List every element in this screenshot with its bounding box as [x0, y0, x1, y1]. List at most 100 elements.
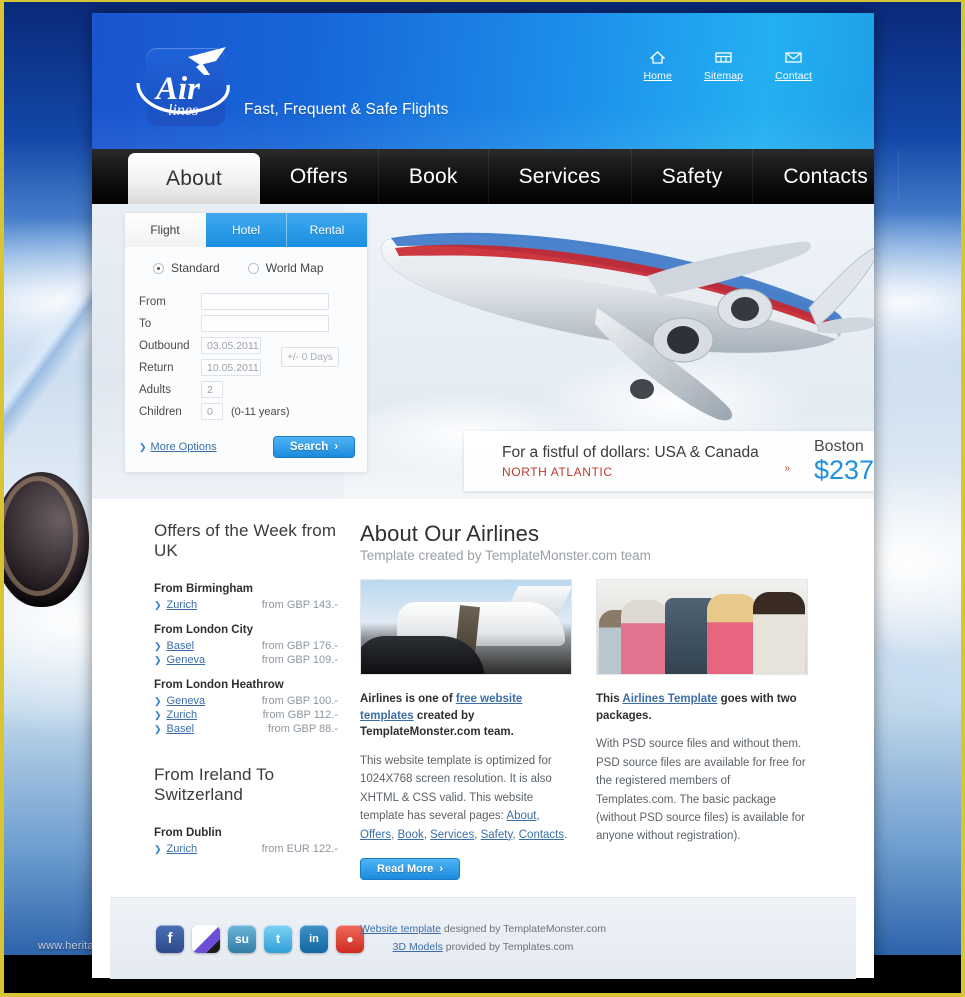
radio-standard-label: Standard [171, 261, 220, 275]
offer-group-origin: From London City [154, 624, 254, 636]
top-link-sitemap[interactable]: Sitemap [704, 51, 743, 82]
field-row-to: To [139, 315, 355, 332]
about-left-body: This website template is optimized for 1… [360, 755, 568, 841]
3d-models-link[interactable]: 3D Models [393, 941, 443, 953]
page-link-offers[interactable]: Offers [360, 829, 391, 841]
from-input[interactable] [201, 293, 329, 310]
radio-standard-dot [153, 262, 164, 274]
adults-input[interactable]: 2 [201, 381, 223, 398]
offers-sidebar: Offers of the Week from UK From Birmingh… [92, 521, 360, 897]
offer-city-link[interactable]: Zurich [167, 599, 198, 611]
nav-item-book[interactable]: Book [379, 149, 489, 204]
nav-item-services[interactable]: Services [489, 149, 632, 204]
page-link-safety[interactable]: Safety [481, 829, 513, 841]
top-link-contact[interactable]: Contact [775, 51, 812, 82]
field-row-outbound: Outbound 03.05.2011 +/- 0 Days [139, 337, 355, 367]
more-options-link[interactable]: More Options [151, 441, 217, 453]
offer-bullet-icon: ❯ [154, 695, 162, 706]
nav-item-about[interactable]: About [128, 153, 260, 204]
background-wing-right [868, 562, 961, 792]
website-container: Air lines Fast, Frequent & Safe Flights … [92, 13, 899, 979]
offer-price: from GBP 88.- [267, 723, 338, 735]
about-left-lead: Airlines is one of free website template… [360, 691, 572, 741]
footer-line-2-text: provided by Templates.com [442, 940, 574, 953]
footer-credits: Website template designed by TemplateMon… [110, 921, 856, 957]
promo-arrow-icon[interactable]: » [784, 463, 789, 474]
booking-tab-rental[interactable]: Rental [287, 213, 367, 247]
page-link-contacts[interactable]: Contacts [519, 829, 564, 841]
offer-row[interactable]: ❯ Zurich from EUR 122.- [154, 843, 338, 855]
footer-line-2: 3D Models provided by Templates.com [110, 939, 856, 957]
main-content: Offers of the Week from UK From Birmingh… [92, 499, 874, 897]
nav-item-offers[interactable]: Offers [260, 149, 379, 204]
business-jet-boarding-photo [360, 579, 572, 675]
adults-label: Adults [139, 383, 171, 396]
children-input[interactable]: 0 [201, 403, 223, 420]
radio-standard[interactable]: Standard [153, 261, 220, 275]
offer-row[interactable]: ❯ Basel from GBP 176.- [154, 640, 338, 652]
nav-item-safety[interactable]: Safety [632, 149, 754, 204]
offer-row[interactable]: ❯ Geneva from GBP 100.- [154, 695, 338, 707]
from-label: From [139, 295, 166, 308]
outbound-label: Outbound [139, 339, 190, 352]
offer-row[interactable]: ❯ Geneva from GBP 109.- [154, 654, 338, 666]
offer-group: From London Heathrow ❯ Geneva from GBP 1… [154, 679, 338, 735]
radio-world-map-dot [247, 262, 259, 274]
booking-form: Standard World Map From To Outbound 03.0… [125, 247, 367, 472]
to-label: To [139, 317, 152, 330]
radio-world-map[interactable]: World Map [247, 261, 324, 275]
promo-price: $237 [814, 454, 874, 485]
offers-title: Offers of the Week from UK [154, 521, 337, 560]
read-more-button[interactable]: Read More › [360, 857, 460, 880]
field-row-children: Children 0 (0-11 years) [139, 403, 355, 420]
booking-tab-hotel[interactable]: Hotel [206, 213, 287, 247]
promo-strip[interactable]: For a fistful of dollars: USA & Canada N… [464, 431, 874, 491]
booking-tab-flight[interactable]: Flight [125, 213, 206, 247]
offer-city-link[interactable]: Zurich [167, 843, 198, 855]
offer-row[interactable]: ❯ Zurich from GBP 112.- [154, 709, 338, 721]
offer-bullet-icon: ❯ [154, 640, 162, 651]
airliner-illustration [381, 232, 874, 421]
offer-city-link[interactable]: Basel [167, 723, 195, 735]
read-more-label: Read More [377, 862, 434, 875]
offer-bullet-icon: ❯ [154, 709, 162, 720]
offer-city-link[interactable]: Geneva [167, 654, 206, 666]
return-label: Return [139, 361, 174, 374]
search-button[interactable]: Search › [273, 436, 355, 458]
children-note: (0-11 years) [231, 405, 290, 418]
website-template-link[interactable]: Website template [360, 923, 441, 935]
offer-city-link[interactable]: Basel [167, 640, 195, 652]
offer-bullet-icon: ❯ [154, 599, 162, 610]
offer-group: From Birmingham ❯ Zurich from GBP 143.- [154, 583, 338, 611]
outbound-input[interactable]: 03.05.2011 [201, 337, 261, 354]
booking-footer: ❯ More Options Search › [139, 436, 355, 458]
offer-city-link[interactable]: Zurich [167, 709, 198, 721]
page-link-services[interactable]: Services [430, 829, 474, 841]
about-right-lead: This Airlines Template goes with two pac… [596, 691, 808, 724]
footer-line-1-text: designed by TemplateMonster.com [440, 922, 606, 935]
field-row-adults: Adults 2 [139, 381, 355, 398]
airlines-template-link[interactable]: Airlines Template [622, 693, 717, 705]
passengers-in-cabin-photo [596, 579, 808, 675]
home-icon [643, 51, 671, 66]
offer-row[interactable]: ❯ Zurich from GBP 143.- [154, 599, 338, 611]
return-input[interactable]: 10.05.2011 [201, 359, 261, 376]
offer-group-origin: From Birmingham [154, 583, 254, 595]
top-link-home[interactable]: Home [643, 51, 672, 82]
offer-group-origin: From London Heathrow [154, 679, 284, 691]
page-link-about[interactable]: About [506, 810, 536, 822]
airlines-logo-icon[interactable]: Air lines [130, 41, 242, 127]
children-label: Children [139, 405, 182, 418]
page-link-book[interactable]: Book [398, 829, 424, 841]
offer-city-link[interactable]: Geneva [167, 695, 206, 707]
to-input[interactable] [201, 315, 329, 332]
nav-item-contacts[interactable]: Contacts [753, 149, 899, 204]
top-link-home-label: Home [643, 70, 672, 82]
offer-group-origin: From Dublin [154, 827, 222, 839]
promo-title: For a fistful of dollars: USA & Canada [502, 443, 759, 461]
offer-row[interactable]: ❯ Basel from GBP 88.- [154, 723, 338, 735]
background-engine-ring [4, 476, 78, 596]
search-button-label: Search [289, 441, 329, 453]
offer-price: from GBP 143.- [261, 599, 338, 611]
about-right-lead-a: This [596, 693, 623, 705]
